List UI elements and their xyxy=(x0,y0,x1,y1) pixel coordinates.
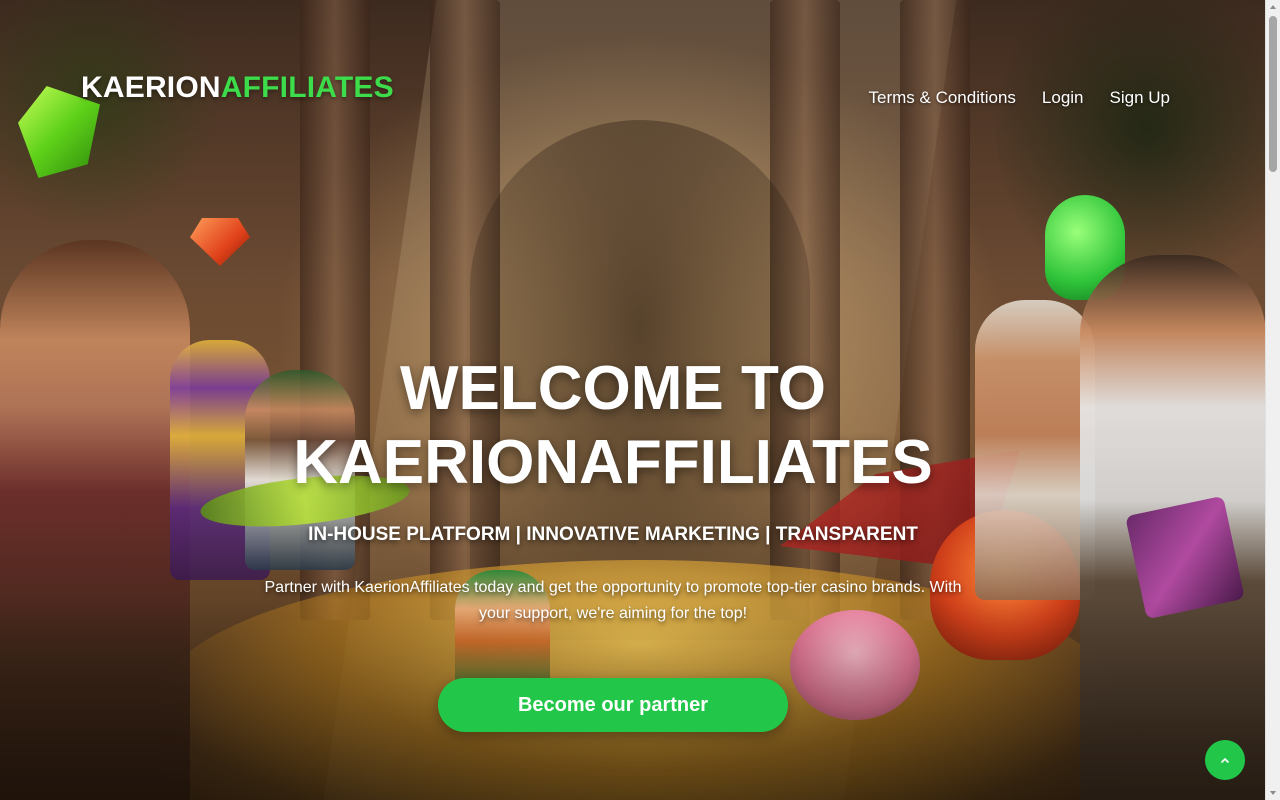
jungle-vines-right xyxy=(996,0,1266,300)
logo-accent-text: AFFILIATES xyxy=(220,71,394,104)
page-scrollbar[interactable] xyxy=(1265,0,1280,800)
nav-link-signup[interactable]: Sign Up xyxy=(1110,88,1170,108)
scroll-to-top-button[interactable] xyxy=(1205,740,1245,780)
red-gem-icon xyxy=(190,218,250,266)
hero-headline: WELCOME TO KAERIONAFFILIATES xyxy=(0,352,1226,500)
hero-description: Partner with KaerionAffiliates today and… xyxy=(264,579,962,622)
scroll-down-arrow-icon[interactable] xyxy=(1266,786,1280,800)
nav-link-login[interactable]: Login xyxy=(1042,88,1084,108)
hero-tagline: IN-HOUSE PLATFORM | INNOVATIVE MARKETING… xyxy=(308,524,918,545)
scroll-up-arrow-icon[interactable] xyxy=(1266,0,1280,14)
become-partner-button[interactable]: Become our partner xyxy=(438,678,788,732)
main-nav: Terms & Conditions Login Sign Up xyxy=(869,88,1170,108)
nav-link-terms[interactable]: Terms & Conditions xyxy=(869,88,1016,108)
chevron-up-icon xyxy=(1221,758,1229,763)
headline-line-1: WELCOME TO xyxy=(400,354,826,423)
site-logo[interactable]: KAERIONAFFILIATES xyxy=(81,71,394,105)
logo-primary-text: KAERION xyxy=(81,71,221,104)
headline-line-2: KAERIONAFFILIATES xyxy=(293,428,933,497)
scrollbar-thumb[interactable] xyxy=(1269,16,1277,172)
